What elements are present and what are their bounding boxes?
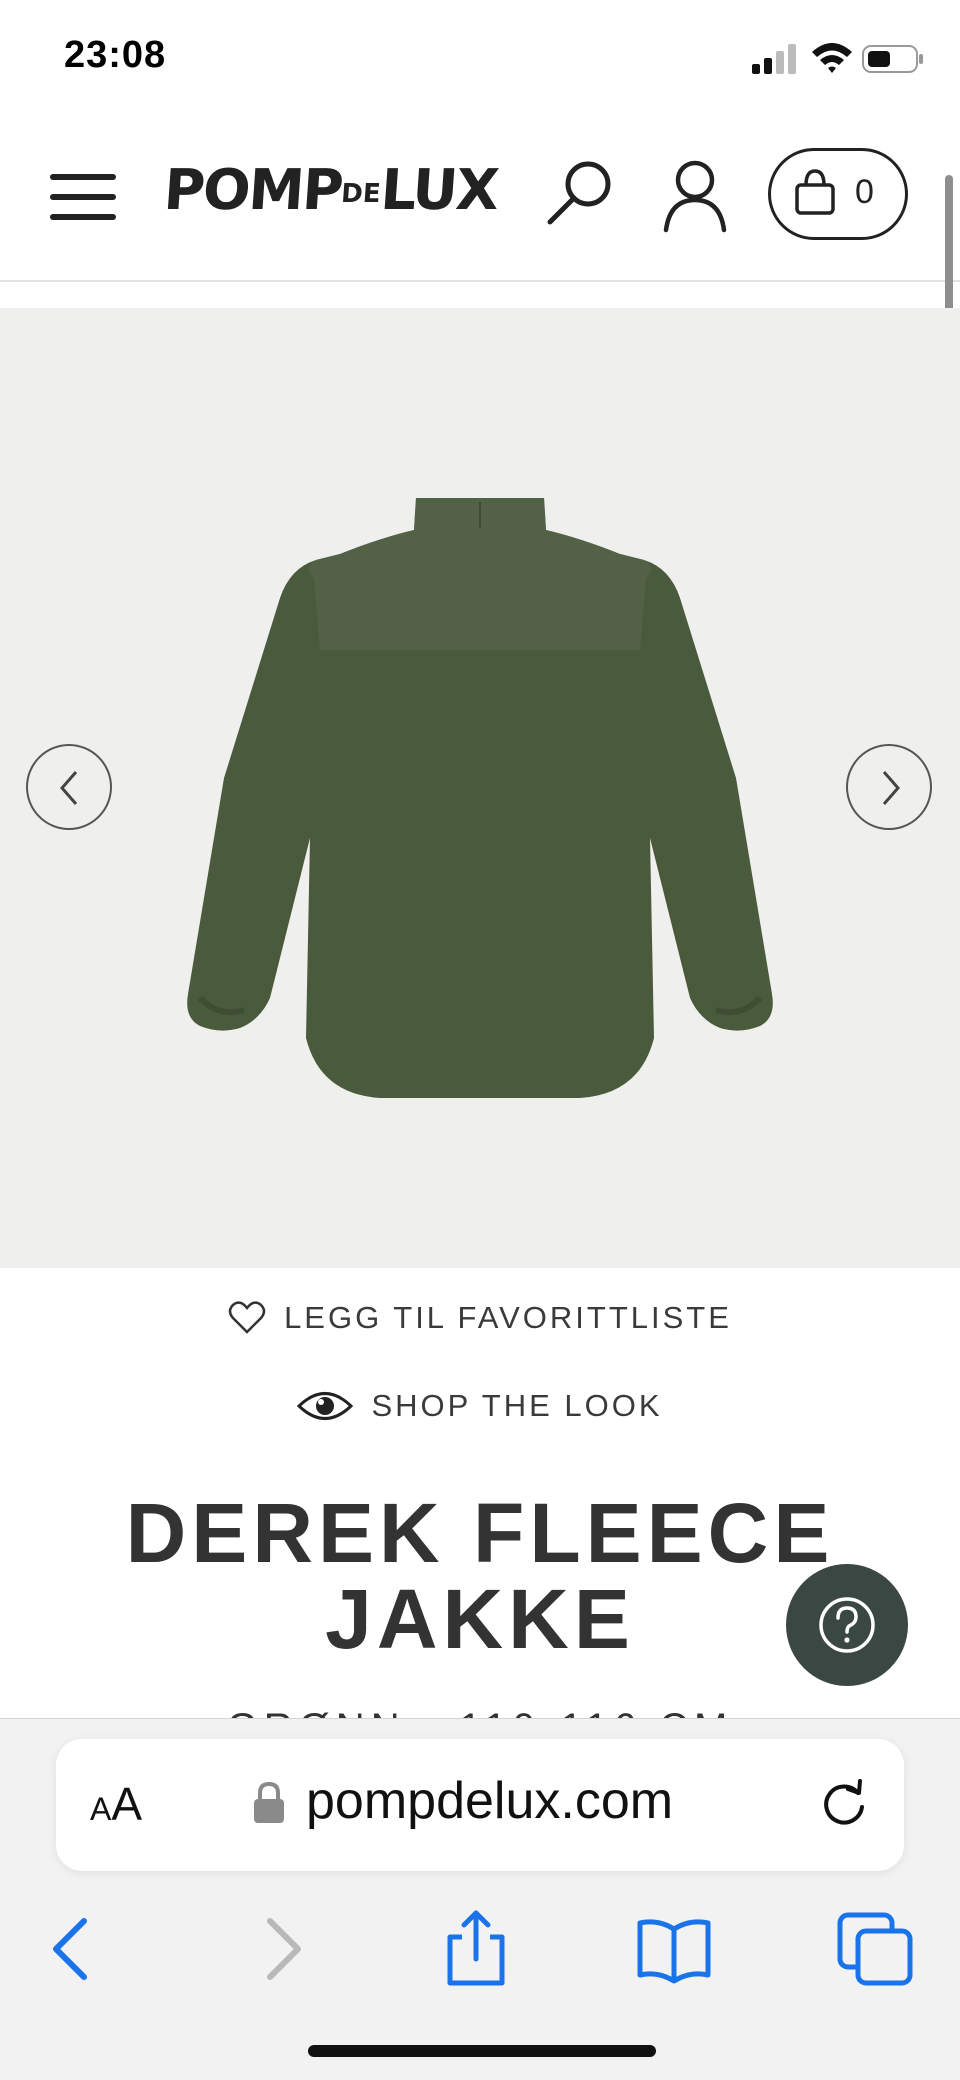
text-size-big-a: A [111,1778,143,1830]
lock-icon [254,1781,284,1823]
text-size-button[interactable]: AA [90,1777,142,1831]
gallery-next-button[interactable] [846,744,932,830]
heart-icon [228,1301,266,1334]
product-title-line-1: DEREK FLEECE [125,1486,835,1580]
brand-logo[interactable]: POMPDELUX [162,158,500,223]
tabs-icon[interactable] [836,1909,916,1989]
site-header: POMPDELUX 0 [0,120,960,282]
help-button[interactable] [786,1564,908,1686]
browser-chrome: AA pompdelux.com [0,1718,960,2080]
chevron-right-icon [882,771,900,805]
cellular-signal-icon [752,44,796,74]
status-time: 23:08 [64,34,167,76]
back-icon[interactable] [34,1909,114,1989]
add-to-favorites[interactable]: LEGG TIL FAVORITTLISTE [0,1300,960,1350]
product-variant: GRØNN · 110-116 CM [0,1698,960,1720]
browser-toolbar [0,1891,960,2001]
home-indicator[interactable] [308,2045,656,2057]
reload-icon[interactable] [818,1775,870,1831]
wifi-icon [812,43,852,73]
search-icon[interactable] [540,154,620,234]
product-image-gallery[interactable] [0,308,960,1268]
gallery-prev-button[interactable] [26,744,112,830]
question-mark-icon [819,1597,875,1653]
bookmarks-icon[interactable] [634,1909,714,1989]
chevron-left-icon [60,771,78,805]
status-bar: 23:08 [0,0,960,120]
battery-icon [862,45,923,73]
url-text: pompdelux.com [306,1772,674,1830]
logo-lux: LUX [378,158,500,223]
logo-de: DE [340,178,382,209]
text-size-small-a: A [90,1791,112,1827]
share-icon[interactable] [436,1909,516,1989]
shop-the-look[interactable]: SHOP THE LOOK [0,1388,960,1438]
cart-count: 0 [855,173,874,211]
logo-pomp: POMP [161,158,344,223]
shop-look-label: SHOP THE LOOK [371,1388,663,1423]
cart-button[interactable]: 0 [768,148,908,240]
account-icon[interactable] [660,156,730,236]
address-bar[interactable]: AA pompdelux.com [56,1739,904,1871]
favorite-label: LEGG TIL FAVORITTLISTE [284,1300,732,1335]
hamburger-menu-icon[interactable] [50,172,116,222]
shopping-bag-icon [795,169,835,215]
eye-icon [297,1392,354,1420]
product-image [187,498,773,1098]
forward-icon[interactable] [240,1909,320,1989]
